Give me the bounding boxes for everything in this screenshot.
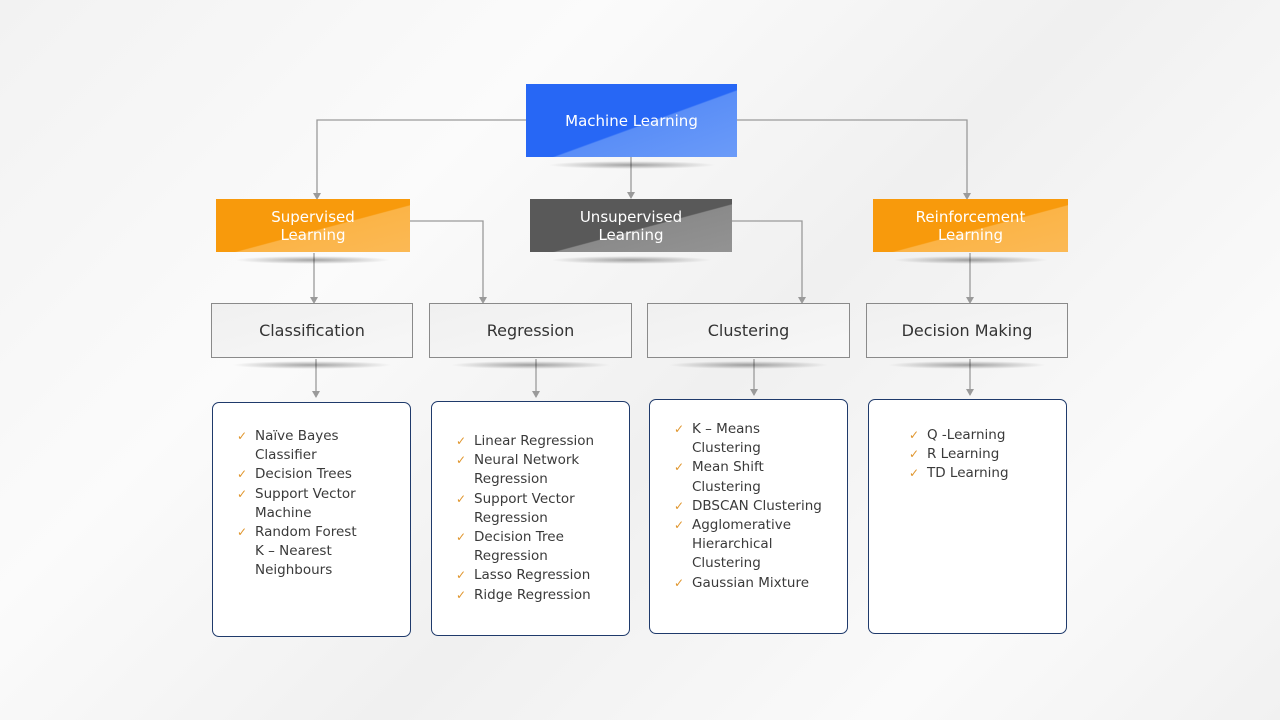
- list-item: ✓ Agglomerative Hierarchical Clustering: [674, 516, 847, 574]
- check-icon: ✓: [674, 498, 685, 513]
- check-icon: ✓: [237, 467, 248, 482]
- node-label: Decision Making: [901, 321, 1033, 340]
- list-item: ✓ R Learning: [909, 445, 1066, 464]
- check-icon: ✓: [674, 518, 685, 533]
- check-icon: ✓: [909, 447, 920, 462]
- algorithm-list-classification: ✓ Naïve Bayes Classifier ✓ Decision Trees ✓ S…: [212, 402, 411, 637]
- task-classification: Classification: [211, 303, 413, 369]
- list-item: ✓ Support Vector Machine: [237, 485, 410, 523]
- task-regression: Regression: [429, 303, 632, 369]
- list-item: ✓ Random Forest K – Nearest Neighbours: [237, 523, 410, 581]
- list-item-text: DBSCAN Clustering: [692, 497, 822, 514]
- check-icon: ✓: [674, 575, 685, 590]
- node-label: Unsupervised Learning: [579, 207, 683, 244]
- check-icon: ✓: [237, 429, 248, 443]
- list-item-text: Random Forest K – Nearest Neighbours: [255, 524, 357, 579]
- check-icon: ✓: [237, 525, 248, 540]
- list-item-text: Mean Shift Clustering: [692, 459, 764, 495]
- check-icon: ✓: [674, 422, 685, 436]
- list-item-text: Q -Learning: [927, 427, 1006, 443]
- algorithm-list-decision-making: ✓ Q -Learning ✓ R Learning ✓ TD Learning: [868, 399, 1067, 634]
- check-icon: ✓: [237, 486, 248, 501]
- arrowhead: [750, 389, 758, 396]
- connector: [732, 220, 803, 302]
- list-item-text: Support Vector Regression: [474, 490, 575, 526]
- list-item-text: Decision Tree Regression: [474, 529, 564, 565]
- node-label: Supervised Learning: [271, 207, 355, 244]
- list-item: ✓ Ridge Regression: [456, 586, 629, 605]
- list-item: ✓ Q -Learning: [909, 426, 1066, 445]
- check-icon: ✓: [909, 428, 920, 442]
- category-reinforcement: Reinforcement Learning: [873, 199, 1068, 264]
- connector: [316, 119, 526, 198]
- check-icon: ✓: [909, 466, 920, 481]
- task-decision-making: Decision Making: [866, 303, 1068, 369]
- list-item: ✓ Decision Tree Regression: [456, 528, 629, 566]
- list-item-text: Linear Regression: [474, 433, 595, 449]
- algorithm-list-regression: ✓ Linear Regression ✓ Neural Network Regres…: [431, 401, 630, 636]
- list-item: ✓ Linear Regression: [456, 432, 629, 451]
- list-item-text: Agglomerative Hierarchical Clustering: [692, 517, 792, 572]
- list-item: ✓ Naïve Bayes Classifier: [237, 427, 410, 465]
- list-item: ✓ Gaussian Mixture: [674, 574, 847, 593]
- check-icon: ✓: [456, 530, 467, 545]
- connector: [737, 119, 968, 198]
- list-item: ✓ DBSCAN Clustering: [674, 497, 847, 516]
- list-item: ✓ Neural Network Regression: [456, 451, 629, 489]
- node-label: Clustering: [707, 321, 790, 340]
- check-icon: ✓: [456, 491, 467, 506]
- list-item-text: Gaussian Mixture: [692, 574, 810, 591]
- category-unsupervised: Unsupervised Learning: [530, 199, 732, 264]
- check-icon: ✓: [674, 460, 685, 475]
- list-item: ✓ Decision Trees: [237, 465, 410, 484]
- list-item-text: R Learning: [927, 446, 1000, 463]
- root-node-machine-learning: Machine Learning: [526, 84, 737, 169]
- list-item-text: Support Vector Machine: [255, 485, 356, 521]
- list-item-text: Lasso Regression: [474, 567, 591, 584]
- list-item: ✓ K – Means Clustering: [674, 420, 847, 458]
- node-label: Classification: [259, 321, 365, 340]
- node-label: Machine Learning: [565, 111, 698, 130]
- list-item-text: TD Learning: [927, 465, 1009, 482]
- node-label: Reinforcement Learning: [915, 207, 1026, 244]
- connector: [410, 220, 484, 302]
- list-item: ✓ TD Learning: [909, 464, 1066, 483]
- arrowhead: [627, 192, 635, 199]
- list-item: ✓ Support Vector Regression: [456, 490, 629, 528]
- list-item: ✓ Lasso Regression: [456, 566, 629, 585]
- list-item-text: Naïve Bayes Classifier: [255, 428, 339, 464]
- check-icon: ✓: [456, 568, 467, 583]
- node-label: Regression: [486, 321, 575, 340]
- arrowhead: [532, 391, 540, 398]
- check-icon: ✓: [456, 453, 467, 468]
- task-clustering: Clustering: [647, 303, 850, 369]
- check-icon: ✓: [456, 434, 467, 448]
- arrowhead: [966, 389, 974, 396]
- list-item: ✓ Mean Shift Clustering: [674, 458, 847, 496]
- list-item-text: Ridge Regression: [474, 586, 591, 603]
- list-item-text: Decision Trees: [255, 466, 352, 483]
- arrowhead: [312, 391, 320, 398]
- check-icon: ✓: [456, 587, 467, 602]
- list-item-text: Neural Network Regression: [474, 452, 580, 488]
- list-item-text: K – Means Clustering: [692, 421, 761, 457]
- category-supervised: Supervised Learning: [216, 199, 410, 264]
- algorithm-list-clustering: ✓ K – Means Clustering ✓ Mean Shift Cluster…: [649, 399, 848, 634]
